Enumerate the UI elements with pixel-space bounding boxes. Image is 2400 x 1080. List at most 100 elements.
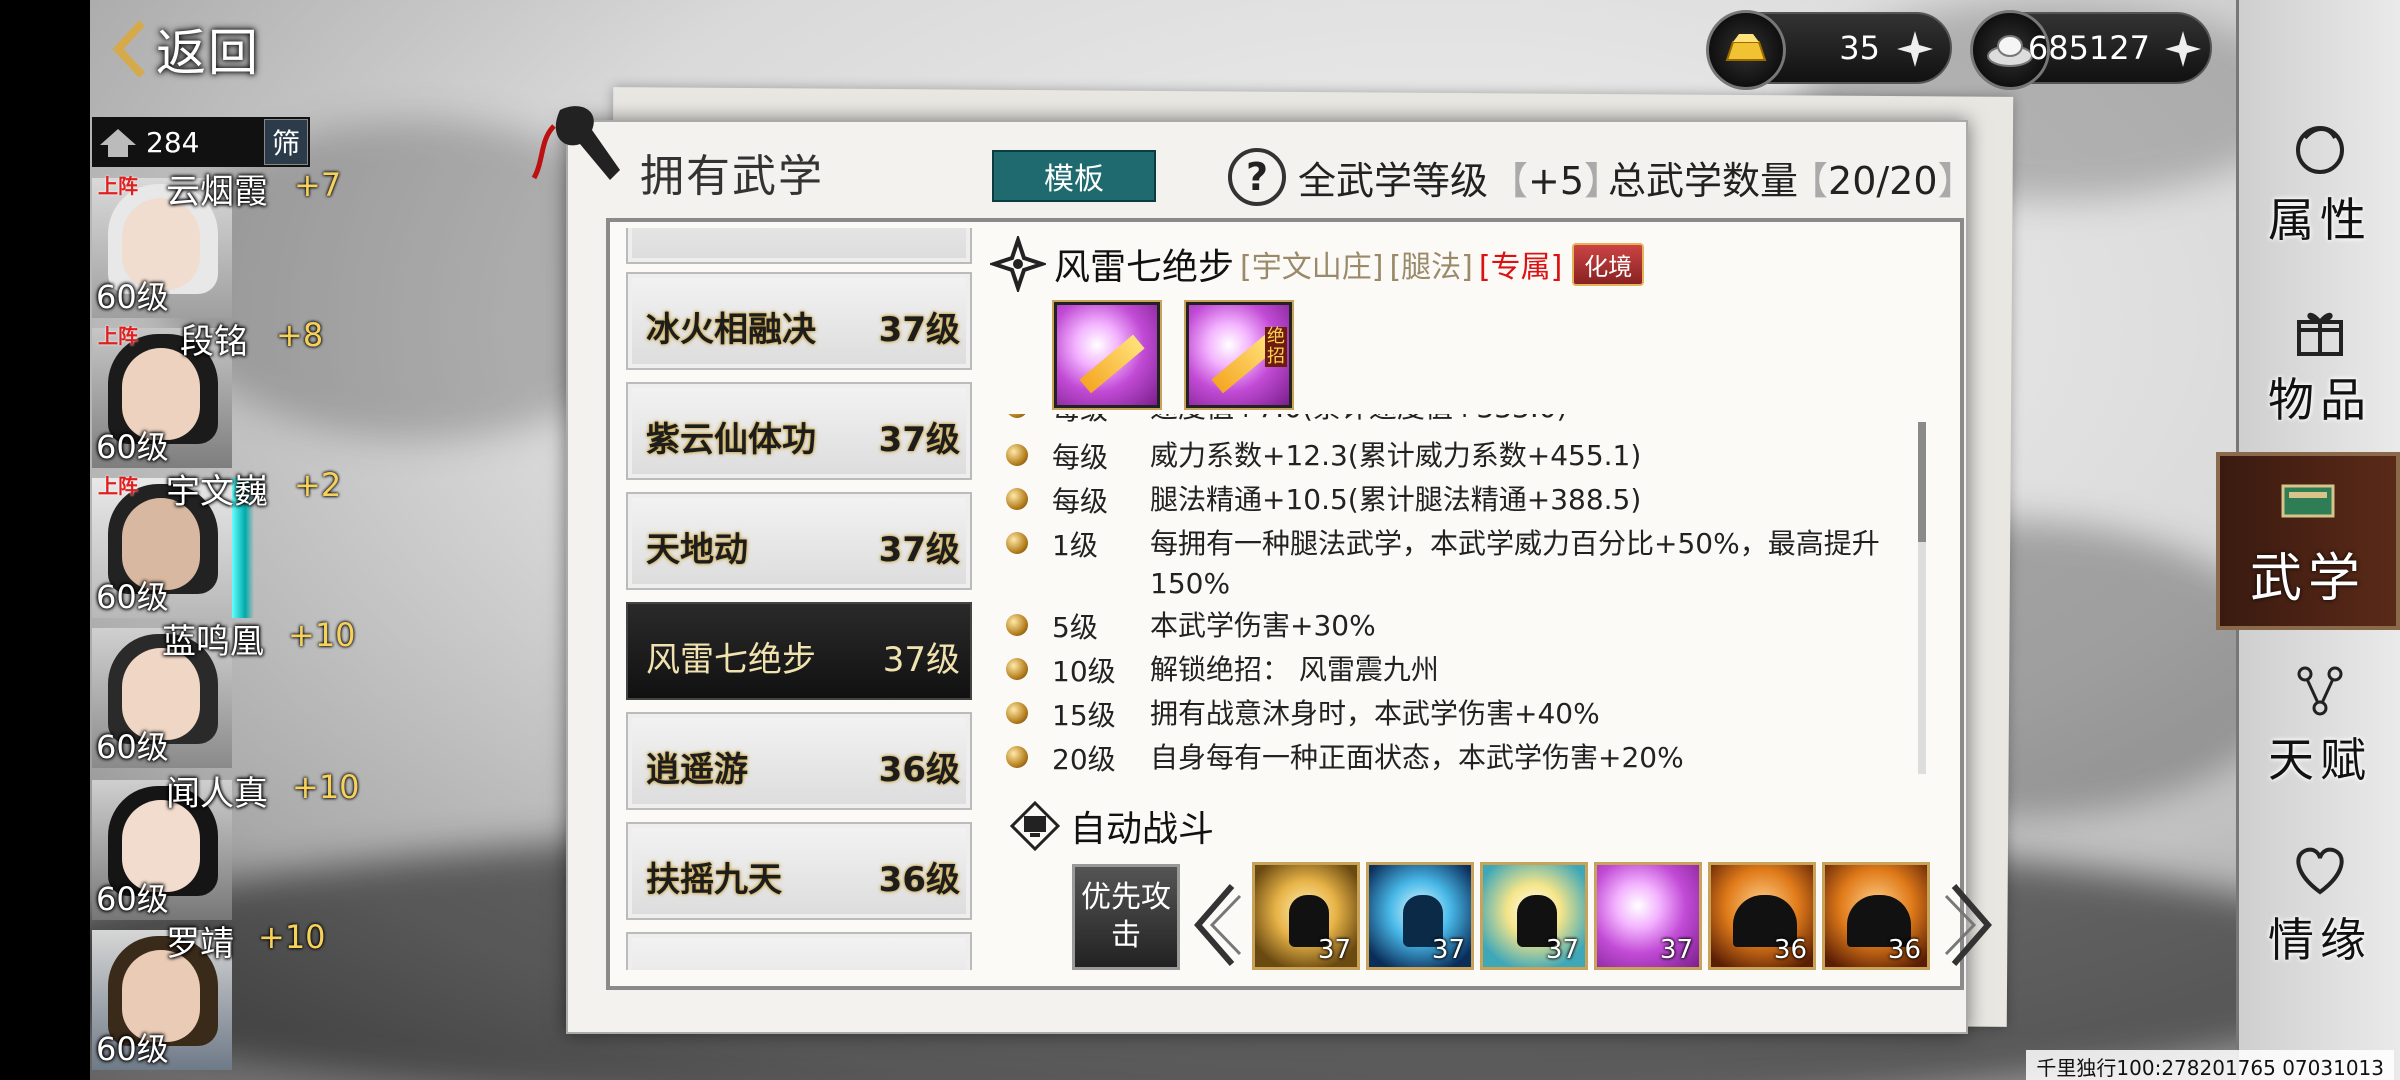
bullet-icon (1006, 746, 1028, 768)
character-bonus: +8 (276, 316, 324, 354)
on-team-tag: 上阵 (98, 474, 138, 498)
monitor-icon (1010, 801, 1060, 851)
filter-button[interactable]: 筛 (264, 119, 308, 165)
skill-type: [腿法] (1389, 250, 1473, 285)
effect-level: 每级 (1052, 414, 1108, 428)
chevron-left-icon (112, 21, 145, 77)
panel-title: 拥有武学 (640, 151, 824, 202)
character-name: 宇文巍 (166, 472, 268, 512)
slot-level: 37 (1545, 935, 1579, 965)
bullet-icon (1006, 702, 1028, 724)
tab-label: 武学 (2249, 548, 2366, 609)
skill-move-icon[interactable] (1054, 302, 1160, 408)
skill-level: 37级 (882, 640, 960, 680)
auto-skill-slot[interactable]: 37 (1252, 862, 1360, 970)
skill-item-partial[interactable] (626, 932, 972, 970)
help-icon[interactable]: ? (1228, 148, 1286, 206)
heart-icon (2296, 847, 2344, 895)
back-button[interactable]: 返回 (112, 14, 260, 84)
auto-skill-slot[interactable]: 36 (1708, 862, 1816, 970)
scrollbar-thumb[interactable] (1918, 422, 1926, 542)
priority-attack-button[interactable]: 优先攻击 (1072, 864, 1180, 970)
character-name: 段铭 (180, 322, 248, 362)
effect-text: 解锁绝招： 风雷震九州 (1150, 653, 1439, 686)
add-gold-button[interactable] (1890, 24, 1940, 74)
tab-label: 天赋 (2268, 733, 2372, 787)
total-count-value: 【20/20】 (1790, 159, 1976, 203)
bullet-icon (1006, 532, 1028, 554)
silver-amount: 685127 (2027, 29, 2150, 67)
skill-list[interactable]: 冰火相融决 37级 紫云仙体功 37级 天地动 37级 风雷七绝步 37级 逍遥… (622, 228, 978, 970)
template-button[interactable]: 模板 (992, 150, 1156, 202)
arrow-right-icon[interactable] (1940, 880, 2000, 970)
character-bonus: +2 (294, 466, 342, 504)
character-name: 闻人真 (166, 774, 268, 814)
left-edge (0, 0, 90, 1080)
effect-text: 每拥有一种腿法武学，本武学威力百分比+50%，最高提升150% (1150, 527, 1880, 600)
roster-filter-bar: 284 筛 (92, 117, 310, 167)
bullet-icon (1006, 414, 1028, 418)
character-card[interactable]: 上阵 云烟霞 +7 60级 (92, 166, 341, 318)
tab-attributes[interactable]: 属性 (2240, 100, 2400, 270)
slot-level: 37 (1317, 935, 1351, 965)
character-card[interactable]: 上阵 段铭 +8 60级 (92, 316, 323, 468)
skill-item[interactable]: 扶摇九天 36级 (626, 822, 972, 920)
ultimate-tag: 绝招 (1265, 326, 1287, 367)
effect-level: 每级 (1052, 441, 1109, 474)
effect-text: 腿法精通+10.5(累计腿法精通+388.5) (1150, 483, 1642, 516)
character-card[interactable]: 罗靖 +10 60级 (92, 918, 326, 1070)
character-level: 60级 (96, 278, 169, 316)
auto-skill-slot[interactable]: 37 (1366, 862, 1474, 970)
skill-item[interactable]: 天地动 37级 (626, 492, 972, 590)
character-level: 60级 (96, 1030, 169, 1068)
add-silver-button[interactable] (2158, 24, 2208, 74)
book-icon (2281, 484, 2335, 517)
skill-name: 逍遥游 (646, 750, 748, 790)
skill-item[interactable]: 逍遥游 36级 (626, 712, 972, 810)
character-level: 60级 (96, 728, 169, 766)
skill-item-selected[interactable]: 风雷七绝步 37级 (626, 602, 972, 700)
tab-relationships[interactable]: 情缘 (2240, 820, 2400, 990)
mastery-badge: 化境 (1572, 242, 1645, 286)
gold-ingot-icon (1706, 10, 1786, 90)
skill-item-partial[interactable] (626, 228, 972, 264)
slot-level: 37 (1659, 935, 1693, 965)
auto-skill-slot[interactable]: 37 (1594, 862, 1702, 970)
auto-skill-slot[interactable]: 37 (1480, 862, 1588, 970)
tab-martial-arts[interactable]: 武学 (2216, 452, 2400, 630)
skill-level: 37级 (878, 530, 960, 570)
roster-count: 284 (146, 125, 200, 159)
skill-effects-list[interactable]: 每级 速度值+7.0(累计速度值+333.0) 每级 威力系数+12.3(累计威… (1000, 414, 1912, 774)
skill-name: 冰火相融决 (646, 310, 816, 350)
skill-item[interactable]: 紫云仙体功 37级 (626, 382, 972, 480)
gold-amount: 35 (1839, 29, 1880, 67)
bullet-icon (1006, 614, 1028, 636)
bullet-icon (1006, 658, 1028, 680)
character-level: 60级 (96, 578, 169, 616)
tab-label: 物品 (2268, 373, 2372, 427)
on-team-tag: 上阵 (98, 324, 138, 348)
effect-text: 速度值+7.0(累计速度值+333.0) (1150, 414, 1900, 428)
tab-label: 属性 (2268, 193, 2372, 247)
tab-talents[interactable]: 天赋 (2240, 640, 2400, 810)
auto-skill-slot[interactable]: 36 (1822, 862, 1930, 970)
character-name: 蓝鸣凰 (162, 622, 264, 662)
character-card[interactable]: 蓝鸣凰 +10 60级 (92, 616, 356, 768)
tab-label: 情缘 (2268, 913, 2372, 967)
giftbox-icon (2297, 312, 2343, 356)
on-team-tag: 上阵 (98, 174, 138, 198)
effect-text: 威力系数+12.3(累计威力系数+455.1) (1150, 439, 1642, 472)
ultimate-move-icon[interactable]: 绝招 (1186, 302, 1292, 408)
character-bonus: +10 (258, 918, 326, 956)
character-name: 云烟霞 (166, 172, 268, 212)
skill-sect: [宇文山庄] (1240, 250, 1384, 285)
tab-items[interactable]: 物品 (2240, 280, 2400, 450)
character-card[interactable]: 闻人真 +10 60级 (92, 768, 360, 920)
arrow-left-icon[interactable] (1186, 880, 1246, 970)
bullet-icon (1006, 444, 1028, 466)
effect-level: 10级 (1052, 655, 1116, 688)
skill-item[interactable]: 冰火相融决 37级 (626, 272, 972, 370)
character-card-selected[interactable]: 上阵 宇文巍 +2 60级 (92, 466, 341, 618)
silver-currency: 685127 (1970, 10, 2212, 90)
effects-scrollbar[interactable] (1918, 422, 1926, 774)
